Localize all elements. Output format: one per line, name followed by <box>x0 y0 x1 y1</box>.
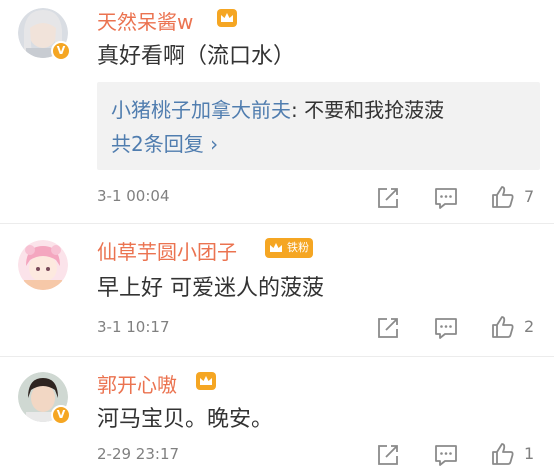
more-replies-link[interactable]: 共2条回复 › <box>111 128 218 157</box>
comment-icon[interactable] <box>433 442 459 468</box>
comment-item: V 天然呆酱w 真好看啊（流口水） 小猪桃子加拿大前夫: 不要和我抢菠菠 共2条… <box>0 0 554 220</box>
comment-text: 真好看啊（流口水） <box>97 44 296 69</box>
comment-text: 早上好 可爱迷人的菠菠 <box>97 276 324 301</box>
fan-badge: 铁粉 <box>265 238 313 258</box>
timestamp: 2-29 23:17 <box>97 445 180 463</box>
share-icon[interactable] <box>375 315 401 341</box>
crown-icon <box>196 372 216 390</box>
reply-box[interactable]: 小猪桃子加拿大前夫: 不要和我抢菠菠 共2条回复 › <box>97 82 540 170</box>
share-icon[interactable] <box>375 185 401 211</box>
comment-item: 仙草芋圆小团子 铁粉 早上好 可爱迷人的菠菠 3-1 10:17 2 <box>0 224 554 354</box>
comment-item: V 郭开心嗷 河马宝贝。晚安。 2-29 23:17 1 <box>0 357 554 473</box>
comment-icon[interactable] <box>433 185 459 211</box>
reply-line: 小猪桃子加拿大前夫: 不要和我抢菠菠 <box>111 94 444 123</box>
share-icon[interactable] <box>375 442 401 468</box>
avatar-image <box>18 240 68 290</box>
username[interactable]: 天然呆酱w <box>97 6 193 35</box>
timestamp: 3-1 00:04 <box>97 187 170 205</box>
username[interactable]: 仙草芋圆小团子 <box>97 236 237 265</box>
avatar[interactable] <box>18 240 68 290</box>
like-icon[interactable] <box>490 184 516 210</box>
comment-text: 河马宝贝。晚安。 <box>97 407 274 432</box>
fan-badge-label: 铁粉 <box>287 241 309 254</box>
verified-badge-icon: V <box>51 405 71 425</box>
like-icon[interactable] <box>490 441 516 467</box>
comment-icon[interactable] <box>433 315 459 341</box>
reply-text: 不要和我抢菠菠 <box>304 98 445 122</box>
like-icon[interactable] <box>490 314 516 340</box>
reply-username[interactable]: 小猪桃子加拿大前夫 <box>111 98 291 122</box>
reply-separator: : <box>291 98 305 122</box>
username[interactable]: 郭开心嗷 <box>97 369 177 398</box>
like-count: 2 <box>524 317 535 336</box>
like-count: 7 <box>524 187 535 206</box>
verified-badge-icon: V <box>51 41 71 61</box>
like-count: 1 <box>524 444 535 463</box>
crown-icon <box>270 243 282 252</box>
avatar[interactable]: V <box>18 8 71 61</box>
avatar[interactable]: V <box>18 372 71 425</box>
timestamp: 3-1 10:17 <box>97 318 170 336</box>
crown-icon <box>217 9 237 27</box>
